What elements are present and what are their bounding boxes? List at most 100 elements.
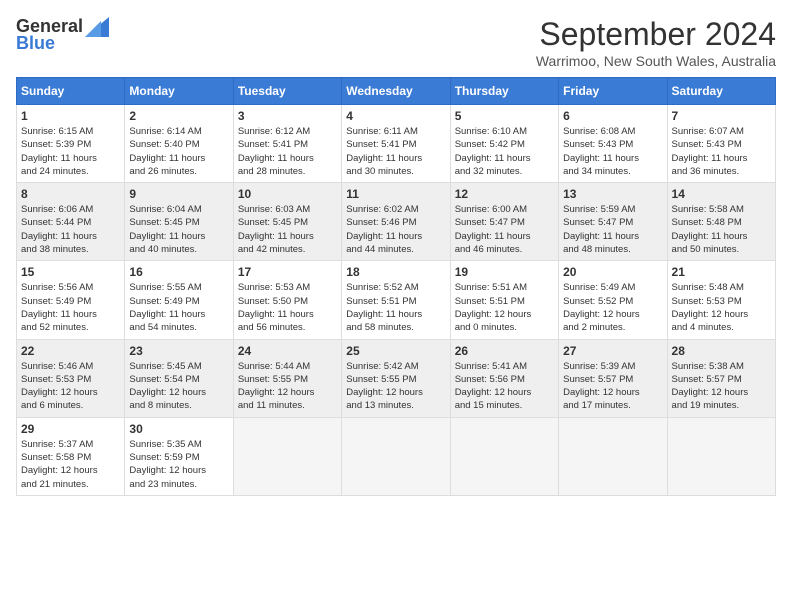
day-number: 30 bbox=[129, 422, 228, 436]
daylight-label: Daylight: 11 hours bbox=[129, 231, 205, 242]
calendar-day-cell: 21Sunrise: 5:48 AMSunset: 5:53 PMDayligh… bbox=[667, 261, 775, 339]
weekday-header: Wednesday bbox=[342, 78, 450, 105]
daylight-minutes: and 38 minutes. bbox=[21, 244, 89, 255]
day-number: 16 bbox=[129, 265, 228, 279]
sunset-text: Sunset: 5:55 PM bbox=[346, 374, 416, 385]
sunrise-text: Sunrise: 5:55 AM bbox=[129, 282, 201, 293]
sunrise-text: Sunrise: 5:52 AM bbox=[346, 282, 418, 293]
calendar-subtitle: Warrimoo, New South Wales, Australia bbox=[536, 53, 776, 69]
daylight-minutes: and 48 minutes. bbox=[563, 244, 631, 255]
sunset-text: Sunset: 5:44 PM bbox=[21, 217, 91, 228]
sunset-text: Sunset: 5:46 PM bbox=[346, 217, 416, 228]
day-number: 24 bbox=[238, 344, 337, 358]
calendar-day-cell: 23Sunrise: 5:45 AMSunset: 5:54 PMDayligh… bbox=[125, 339, 233, 417]
day-info: Sunrise: 6:10 AMSunset: 5:42 PMDaylight:… bbox=[455, 125, 554, 178]
sunset-text: Sunset: 5:40 PM bbox=[129, 139, 199, 150]
daylight-label: Daylight: 12 hours bbox=[672, 387, 749, 398]
sunrise-text: Sunrise: 5:38 AM bbox=[672, 361, 744, 372]
sunrise-text: Sunrise: 6:03 AM bbox=[238, 204, 310, 215]
calendar-week-row: 1Sunrise: 6:15 AMSunset: 5:39 PMDaylight… bbox=[17, 105, 776, 183]
day-number: 3 bbox=[238, 109, 337, 123]
day-number: 11 bbox=[346, 187, 445, 201]
daylight-minutes: and 30 minutes. bbox=[346, 166, 414, 177]
daylight-label: Daylight: 11 hours bbox=[129, 153, 205, 164]
calendar-day-cell: 19Sunrise: 5:51 AMSunset: 5:51 PMDayligh… bbox=[450, 261, 558, 339]
calendar-day-cell: 28Sunrise: 5:38 AMSunset: 5:57 PMDayligh… bbox=[667, 339, 775, 417]
sunset-text: Sunset: 5:47 PM bbox=[455, 217, 525, 228]
daylight-label: Daylight: 11 hours bbox=[21, 153, 97, 164]
day-info: Sunrise: 5:41 AMSunset: 5:56 PMDaylight:… bbox=[455, 360, 554, 413]
weekday-header: Saturday bbox=[667, 78, 775, 105]
daylight-minutes: and 54 minutes. bbox=[129, 322, 197, 333]
calendar-day-cell: 11Sunrise: 6:02 AMSunset: 5:46 PMDayligh… bbox=[342, 183, 450, 261]
sunrise-text: Sunrise: 5:51 AM bbox=[455, 282, 527, 293]
sunrise-text: Sunrise: 5:48 AM bbox=[672, 282, 744, 293]
day-number: 15 bbox=[21, 265, 120, 279]
sunset-text: Sunset: 5:39 PM bbox=[21, 139, 91, 150]
day-number: 12 bbox=[455, 187, 554, 201]
sunrise-text: Sunrise: 6:00 AM bbox=[455, 204, 527, 215]
calendar-day-cell: 6Sunrise: 6:08 AMSunset: 5:43 PMDaylight… bbox=[559, 105, 667, 183]
daylight-minutes: and 56 minutes. bbox=[238, 322, 306, 333]
day-info: Sunrise: 6:14 AM Sunset: 5:40 PM Daylight:… bbox=[129, 125, 228, 178]
calendar-week-row: 22Sunrise: 5:46 AMSunset: 5:53 PMDayligh… bbox=[17, 339, 776, 417]
logo-icon bbox=[85, 17, 109, 37]
calendar-day-cell bbox=[667, 417, 775, 495]
day-number: 13 bbox=[563, 187, 662, 201]
day-number: 1 bbox=[21, 109, 120, 123]
sunset-text: Sunset: 5:51 PM bbox=[346, 296, 416, 307]
daylight-minutes: and 58 minutes. bbox=[346, 322, 414, 333]
sunset-text: Sunset: 5:41 PM bbox=[238, 139, 308, 150]
page-header: General Blue September 2024 Warrimoo, Ne… bbox=[16, 16, 776, 69]
daylight-label: Daylight: 11 hours bbox=[455, 153, 531, 164]
daylight-minutes: and 4 minutes. bbox=[672, 322, 734, 333]
day-number: 20 bbox=[563, 265, 662, 279]
daylight-label: Daylight: 12 hours bbox=[129, 387, 206, 398]
daylight-label: Daylight: 12 hours bbox=[238, 387, 315, 398]
day-number: 9 bbox=[129, 187, 228, 201]
day-info: Sunrise: 5:56 AMSunset: 5:49 PMDaylight:… bbox=[21, 281, 120, 334]
calendar-day-cell: 10Sunrise: 6:03 AMSunset: 5:45 PMDayligh… bbox=[233, 183, 341, 261]
daylight-label: Daylight: 12 hours bbox=[21, 387, 98, 398]
calendar-day-cell bbox=[559, 417, 667, 495]
calendar-day-cell: 15 Sunrise: 5:56 AMSunset: 5:49 PMDayligh… bbox=[17, 261, 125, 339]
day-info: Sunrise: 6:06 AMSunset: 5:44 PMDaylight:… bbox=[21, 203, 120, 256]
daylight-label: Daylight: 12 hours bbox=[672, 309, 749, 320]
day-info: Sunrise: 5:53 AMSunset: 5:50 PMDaylight:… bbox=[238, 281, 337, 334]
day-info: Sunrise: 5:45 AMSunset: 5:54 PMDaylight:… bbox=[129, 360, 228, 413]
sunrise-text: Sunrise: 6:10 AM bbox=[455, 126, 527, 137]
day-info: Sunrise: 6:11 AMSunset: 5:41 PMDaylight:… bbox=[346, 125, 445, 178]
sunrise-text: Sunrise: 5:35 AM bbox=[129, 439, 201, 450]
day-info: Sunrise: 5:59 AMSunset: 5:47 PMDaylight:… bbox=[563, 203, 662, 256]
sunrise-text: Sunrise: 5:45 AM bbox=[129, 361, 201, 372]
sunrise-text: Sunrise: 6:14 AM bbox=[129, 126, 201, 137]
day-number: 29 bbox=[21, 422, 120, 436]
calendar-day-cell: 29 Sunrise: 5:37 AMSunset: 5:58 PMDayligh… bbox=[17, 417, 125, 495]
day-info: Sunrise: 6:02 AMSunset: 5:46 PMDaylight:… bbox=[346, 203, 445, 256]
sunrise-text: Sunrise: 5:59 AM bbox=[563, 204, 635, 215]
sunset-text: Sunset: 5:55 PM bbox=[238, 374, 308, 385]
day-number: 27 bbox=[563, 344, 662, 358]
daylight-minutes: and 23 minutes. bbox=[129, 479, 197, 490]
sunset-text: Sunset: 5:49 PM bbox=[21, 296, 91, 307]
day-info: Sunrise: 5:37 AMSunset: 5:58 PMDaylight:… bbox=[21, 438, 120, 491]
sunset-text: Sunset: 5:59 PM bbox=[129, 452, 199, 463]
calendar-day-cell: 20 Sunrise: 5:49 AMSunset: 5:52 PMDayligh… bbox=[559, 261, 667, 339]
day-info: Sunrise: 5:38 AMSunset: 5:57 PMDaylight:… bbox=[672, 360, 771, 413]
daylight-minutes: and 24 minutes. bbox=[21, 166, 89, 177]
calendar-day-cell: 24Sunrise: 5:44 AMSunset: 5:55 PMDayligh… bbox=[233, 339, 341, 417]
calendar-week-row: 29 Sunrise: 5:37 AMSunset: 5:58 PMDayligh… bbox=[17, 417, 776, 495]
day-number: 2 bbox=[129, 109, 228, 123]
calendar-day-cell: 25Sunrise: 5:42 AMSunset: 5:55 PMDayligh… bbox=[342, 339, 450, 417]
daylight-minutes: and 15 minutes. bbox=[455, 400, 523, 411]
day-info: Sunrise: 6:07 AMSunset: 5:43 PMDaylight:… bbox=[672, 125, 771, 178]
daylight-label: Daylight: 11 hours bbox=[129, 309, 205, 320]
daylight-minutes: and 17 minutes. bbox=[563, 400, 631, 411]
sunrise-text: Sunrise: 6:02 AM bbox=[346, 204, 418, 215]
day-info: Sunrise: 5:49 AMSunset: 5:52 PMDaylight:… bbox=[563, 281, 662, 334]
day-number: 22 bbox=[21, 344, 120, 358]
weekday-header: Tuesday bbox=[233, 78, 341, 105]
daylight-minutes: and 36 minutes. bbox=[672, 166, 740, 177]
day-number: 21 bbox=[672, 265, 771, 279]
calendar-day-cell bbox=[342, 417, 450, 495]
